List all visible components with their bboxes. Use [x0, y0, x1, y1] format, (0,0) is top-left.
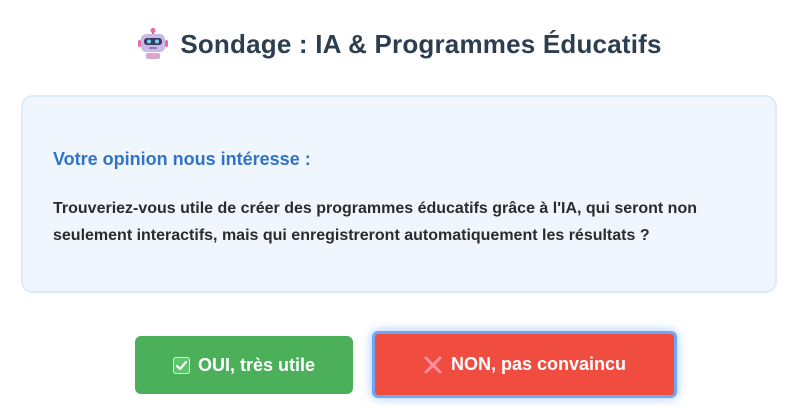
card-heading: Votre opinion nous intéresse : — [53, 149, 311, 169]
check-mark-icon — [172, 356, 190, 374]
page-title: Sondage : IA & Programmes Éducatifs — [180, 28, 662, 59]
survey-page: Sondage : IA & Programmes Éducatifs Votr… — [0, 0, 800, 414]
yes-button[interactable]: OUI, très utile — [135, 336, 353, 394]
robot-icon — [138, 28, 169, 60]
cross-mark-icon — [423, 355, 443, 375]
no-button[interactable]: NON, pas convaincu — [372, 331, 677, 398]
yes-button-label: OUI, très utile — [197, 354, 316, 375]
page-header: Sondage : IA & Programmes Éducatifs — [0, 28, 800, 60]
question-card: Votre opinion nous intéresse : Trouverie… — [21, 95, 777, 293]
survey-question: Trouveriez-vous utile de créer des progr… — [53, 200, 697, 244]
no-button-label: NON, pas convaincu — [450, 354, 627, 374]
